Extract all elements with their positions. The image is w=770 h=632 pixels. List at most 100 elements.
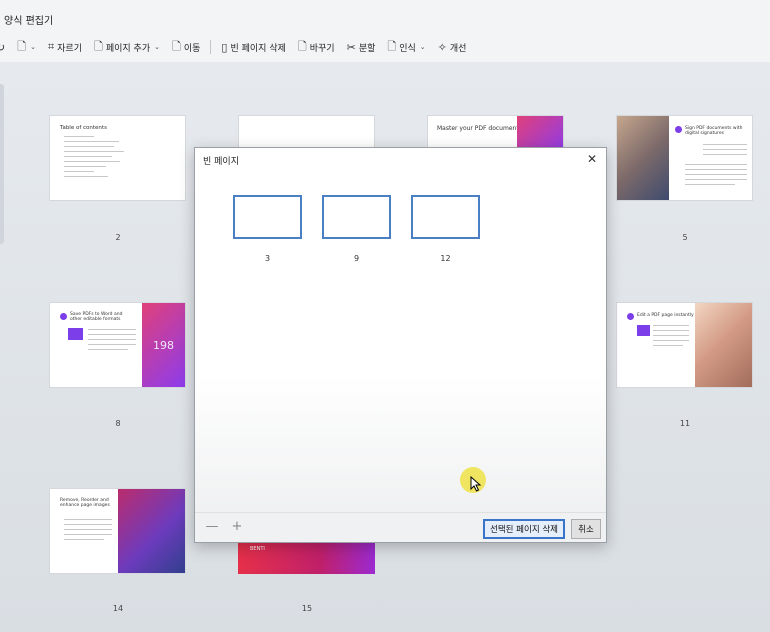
thumbnail-big-number: 198 [153,339,174,352]
brand-dot-icon [627,313,634,320]
delete-selected-pages-button[interactable]: 선택된 페이지 삭제 [483,519,565,539]
add-page-icon: 🗋 [94,39,103,53]
app-title: 양식 편집기 [4,16,54,27]
replace-button[interactable]: 🗋 바꾸기 [292,37,341,57]
magic-wand-icon: ✧ [437,40,447,54]
text-line [64,529,112,530]
text-line [64,146,114,147]
thumbnail-heading: Remove, Reorder and enhance page images [60,498,110,508]
blank-pages-list: 3 9 12 [195,170,606,512]
crop-icon: ⌗ [47,40,55,53]
rotate-icon: ↻ [0,40,6,54]
blank-page-thumbnail[interactable] [411,195,480,239]
chevron-down-icon: ⌄ [419,43,426,51]
text-line [653,325,689,326]
page-number: 8 [115,419,121,428]
thumbnail-accent-text: BENTI [250,546,265,552]
blank-pages-dialog: 빈 페이지 ✕ 3 9 12 — + 선택된 페이지 삭제 취소 [194,147,607,543]
text-line [685,174,747,175]
text-line [64,151,124,152]
blank-page-thumbnail[interactable] [322,195,391,239]
add-page-button[interactable]: 🗋 페이지 추가 ⌄ [88,37,166,57]
text-line [64,136,94,137]
text-line [653,345,683,346]
word-doc-icon [68,328,83,340]
text-line [88,329,136,330]
enhance-button[interactable]: ✧ 개선 [432,37,473,57]
page-number: 5 [682,233,688,242]
crop-button[interactable]: ⌗ 자르기 [42,37,88,57]
split-icon: ✂ [346,40,356,54]
blank-page-number: 12 [440,254,451,263]
recognize-button[interactable]: 🗋 인식 ⌄ [381,37,431,57]
text-line [685,169,747,170]
recognize-icon: 🗋 [387,39,397,53]
thumbnail-photo [118,489,185,573]
text-line [64,519,112,520]
title-toolbar-area: 양식 편집기 ↻ 🗋 ⌄ ⌗ 자르기 🗋 페이지 추가 ⌄ 🗋 이동 ▯ 빈 페… [0,0,770,62]
dialog-title: 빈 페이지 [203,157,239,167]
text-line [653,335,689,336]
replace-icon: 🗋 [297,39,307,53]
page-thumbnail-11[interactable]: Edit a PDF page instantly [616,302,753,388]
split-label: 분할 [358,43,376,54]
delete-blank-pages-button[interactable]: ▯ 빈 페이지 삭제 [215,37,291,57]
mouse-pointer-icon [470,476,482,492]
thumbnail-photo [617,116,669,200]
text-line [64,524,112,525]
zoom-out-button[interactable]: — [205,519,219,534]
replace-label: 바꾸기 [309,43,335,54]
split-button[interactable]: ✂ 분할 [341,37,382,57]
page-number: 11 [679,419,691,428]
edit-doc-icon [637,325,650,336]
toolbar: ↻ 🗋 ⌄ ⌗ 자르기 🗋 페이지 추가 ⌄ 🗋 이동 ▯ 빈 페이지 삭제 🗋… [0,36,770,58]
page-thumbnail-5[interactable]: Sign PDF documents with digital signatur… [616,115,753,201]
delete-blank-page-icon: ▯ [221,40,228,54]
chevron-down-icon: ⌄ [30,43,36,51]
thumbnail-heading: Sign PDF documents with digital signatur… [685,126,743,136]
page-thumbnail-14[interactable]: Remove, Reorder and enhance page images [49,488,186,574]
page-thumbnail-8[interactable]: Save PDFs to Word and other editable for… [49,302,186,388]
text-line [88,334,136,335]
page-icon: 🗋 [17,39,27,53]
page-options-button[interactable]: 🗋 ⌄ [11,37,42,57]
text-line [703,154,747,155]
move-label: 이동 [183,43,201,54]
close-icon[interactable]: ✕ [584,151,600,167]
page-number: 2 [115,233,121,242]
page-thumbnail-15[interactable]: BENTI [238,543,375,574]
text-line [685,184,735,185]
text-line [685,164,747,165]
blank-page-number: 3 [264,254,271,263]
text-line [64,141,119,142]
text-line [64,534,112,535]
crop-label: 자르기 [57,43,82,54]
page-number: 14 [112,604,124,613]
thumbnail-heading: Save PDFs to Word and other editable for… [70,312,123,322]
page-number: 15 [301,604,313,613]
text-line [64,176,108,177]
chevron-down-icon: ⌄ [154,43,160,51]
text-line [88,344,136,345]
move-button[interactable]: 🗋 이동 [166,37,206,57]
brand-dot-icon [675,126,682,133]
side-panel-handle[interactable] [0,84,4,244]
text-line [88,349,128,350]
blank-page-thumbnail[interactable] [233,195,302,239]
text-line [653,330,689,331]
text-line [685,179,747,180]
text-line [653,340,689,341]
delete-blank-pages-label: 빈 페이지 삭제 [230,43,286,54]
add-page-label: 페이지 추가 [105,43,151,54]
text-line [64,539,104,540]
dialog-footer: — + 선택된 페이지 삭제 취소 [195,512,606,542]
text-line [64,166,106,167]
cancel-button[interactable]: 취소 [571,519,601,539]
zoom-in-button[interactable]: + [230,519,244,534]
text-line [88,339,136,340]
page-thumbnail-2[interactable]: Table of contents [49,115,186,201]
partial-tool-button[interactable]: ↻ [0,37,11,57]
blank-page-number: 9 [353,254,360,263]
move-icon: 🗋 [172,39,181,53]
brand-dot-icon [60,313,67,320]
